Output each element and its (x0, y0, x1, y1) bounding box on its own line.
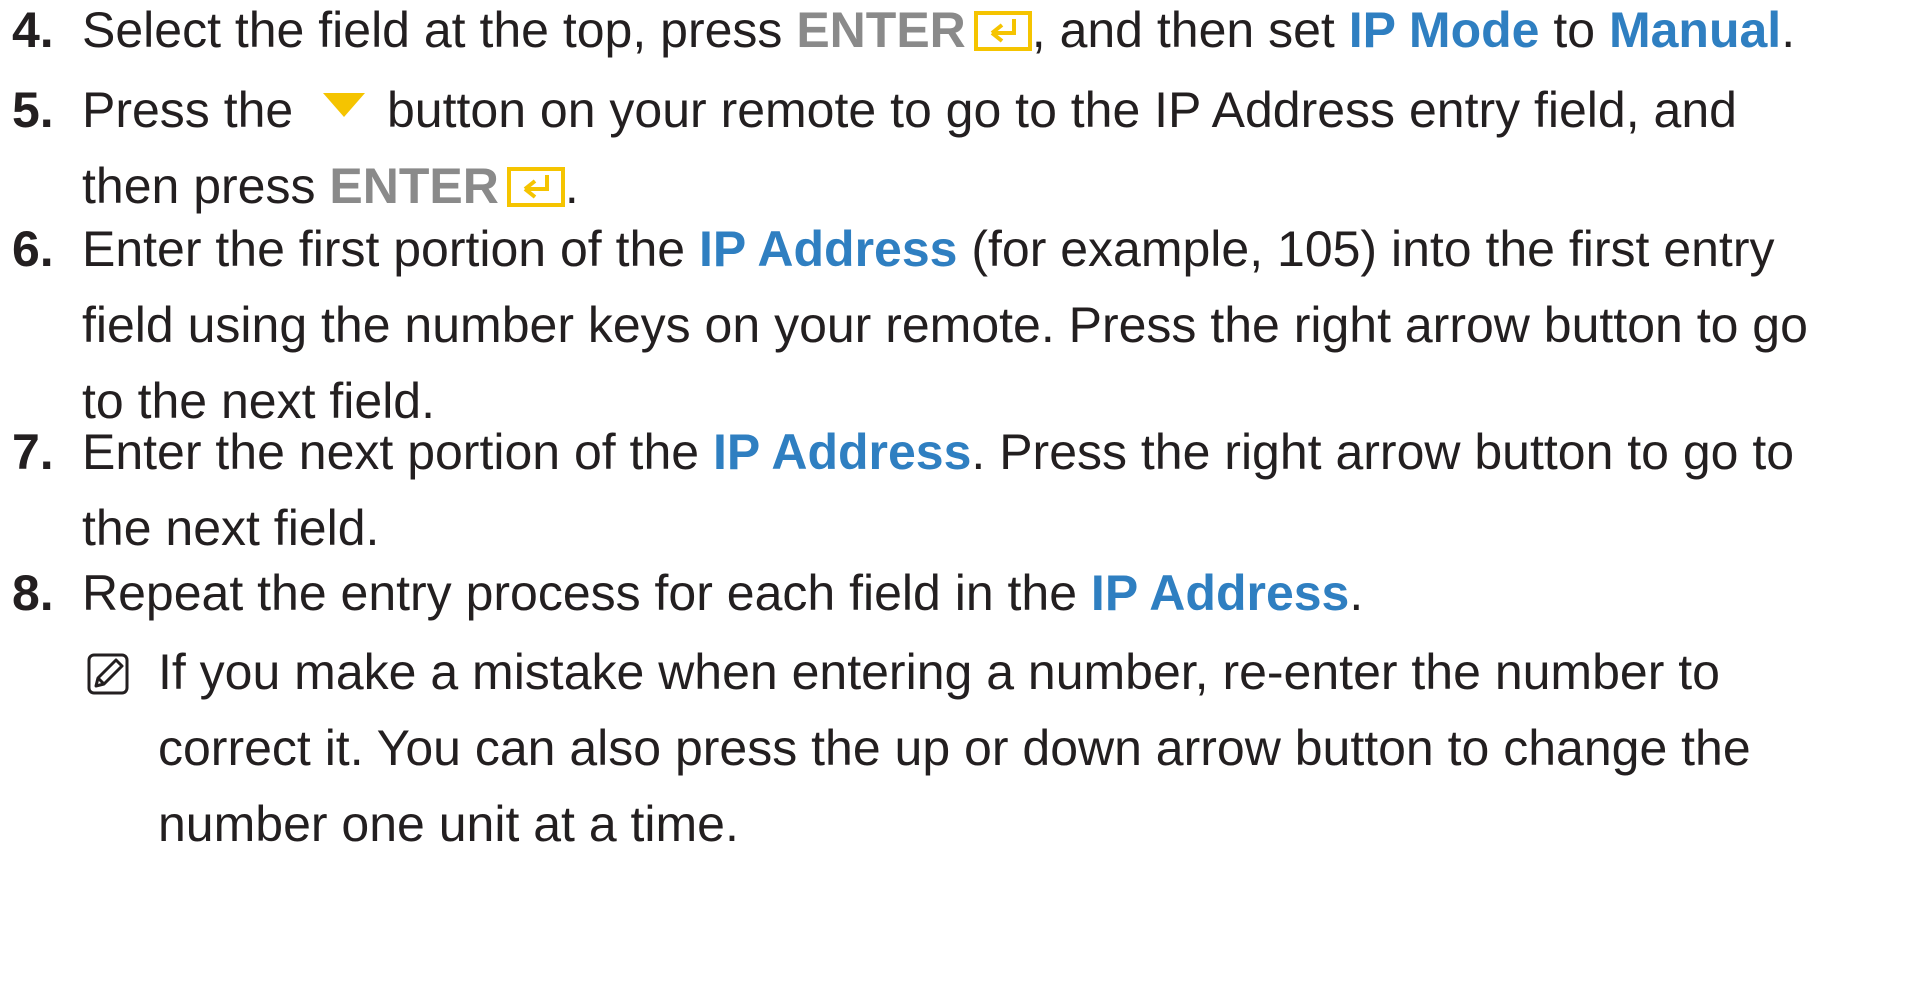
ip-address-term: IP Address (712, 424, 972, 480)
text-line: Repeat the entry process for each field … (82, 565, 1364, 621)
step-text: Enter the next portion of the IP Address… (82, 414, 1902, 566)
step-number: 5. (12, 82, 54, 138)
text-line: field using the number keys on your remo… (82, 297, 1808, 353)
step-text: Select the field at the top, press ENTER… (82, 0, 1902, 68)
enter-icon (506, 167, 565, 207)
step-number: 7. (12, 424, 54, 480)
text-line: Enter the next portion of the IP Address… (82, 424, 1795, 480)
step-text: Enter the first portion of the IP Addres… (82, 211, 1902, 439)
text-line: number one unit at a time. (158, 796, 739, 852)
enter-icon (973, 11, 1032, 51)
text-line: Press the button on your remote to go to… (82, 82, 1737, 138)
step-text: Press the button on your remote to go to… (82, 72, 1902, 224)
step-number: 8. (12, 565, 54, 621)
manual-term: Manual (1608, 2, 1782, 58)
ip-address-term: IP Address (1090, 565, 1350, 621)
ip-mode-term: IP Mode (1348, 2, 1540, 58)
text-line: Select the field at the top, press ENTER… (82, 2, 1796, 58)
note-icon (87, 653, 129, 695)
step-number: 6. (12, 221, 54, 277)
enter-button-label: ENTER (329, 158, 499, 214)
enter-button-label: ENTER (796, 2, 966, 58)
text-line: If you make a mistake when entering a nu… (158, 644, 1720, 700)
down-triangle-icon (323, 93, 366, 117)
step-number: 4. (12, 2, 54, 58)
note-text: If you make a mistake when entering a nu… (158, 634, 1898, 862)
text-line: correct it. You can also press the up or… (158, 720, 1751, 776)
step-text: Repeat the entry process for each field … (82, 555, 1902, 631)
text-line: Enter the first portion of the IP Addres… (82, 221, 1775, 277)
ip-address-term: IP Address (699, 221, 958, 277)
